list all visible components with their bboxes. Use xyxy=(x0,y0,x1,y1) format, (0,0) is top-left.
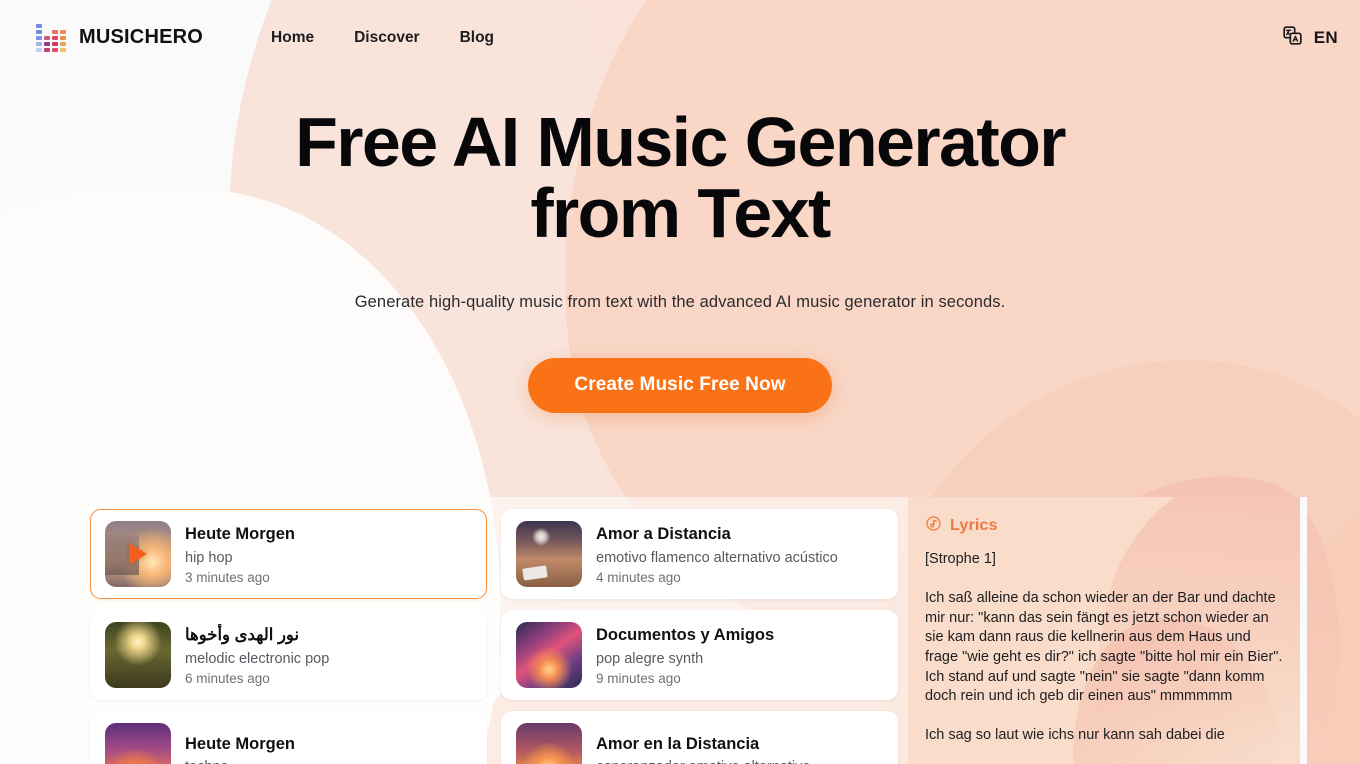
panel-right-edge xyxy=(1300,497,1307,764)
song-genre: techno xyxy=(185,759,295,764)
song-thumbnail[interactable] xyxy=(105,723,171,764)
hero-section: Free AI Music Generator from Text Genera… xyxy=(0,75,1360,413)
song-timestamp: 6 minutes ago xyxy=(185,670,270,686)
song-genre: melodic electronic pop xyxy=(185,650,330,667)
nav-item-home[interactable]: Home xyxy=(271,29,314,47)
song-genre: hip hop xyxy=(185,549,233,566)
song-title: Amor a Distancia xyxy=(596,525,731,544)
song-timestamp: 4 minutes ago xyxy=(596,569,681,585)
page-title: Free AI Music Generator from Text xyxy=(295,103,1066,253)
song-meta: Documentos y Amigos pop alegre synth 9 min… xyxy=(596,624,774,685)
song-title: Amor en la Distancia xyxy=(596,734,760,753)
nav-item-discover[interactable]: Discover xyxy=(354,29,419,47)
song-meta: Amor a Distancia emotivo flamenco alterna… xyxy=(596,523,838,584)
lyrics-header: Lyrics xyxy=(925,515,1285,537)
song-card[interactable]: Amor a Distancia emotivo flamenco alterna… xyxy=(501,509,898,599)
album-art xyxy=(516,521,582,587)
song-card[interactable]: Amor en la Distancia esperanzador emotivo… xyxy=(501,711,898,764)
song-title: Heute Morgen xyxy=(185,734,296,753)
lyrics-panel: Lyrics [Strophe 1] Ich saß alleine da sc… xyxy=(908,497,1307,764)
language-switcher[interactable]: EN xyxy=(1282,25,1338,51)
song-card[interactable]: نور الهدى وأخوها melodic electronic pop 6 … xyxy=(90,610,487,700)
song-thumbnail[interactable] xyxy=(105,521,171,587)
language-label: EN xyxy=(1313,27,1338,47)
equalizer-bars-icon xyxy=(36,23,66,52)
nav-item-blog[interactable]: Blog xyxy=(460,29,494,47)
song-card[interactable]: Documentos y Amigos pop alegre synth 9 min… xyxy=(501,610,898,700)
song-thumbnail[interactable] xyxy=(516,723,582,764)
brand-name: MUSICHERO xyxy=(79,26,204,48)
hero-subtitle: Generate high-quality music from text wi… xyxy=(354,292,1006,311)
cta-container: Create Music Free Now xyxy=(0,357,1360,413)
lyrics-text: [Strophe 1] Ich saß alleine da schon wie… xyxy=(925,551,1283,744)
song-meta: Heute Morgen techno xyxy=(185,733,295,764)
song-meta: نور الهدى وأخوها melodic electronic pop 6 … xyxy=(185,624,329,685)
music-disc-icon xyxy=(925,515,942,537)
album-art xyxy=(516,622,582,688)
album-art xyxy=(105,622,171,688)
main-nav: Home Discover Blog xyxy=(271,29,494,47)
song-genre: esperanzador emotivo alternativo xyxy=(596,759,810,764)
song-title: نور الهدى وأخوها xyxy=(185,626,300,645)
song-meta: Amor en la Distancia esperanzador emotivo… xyxy=(596,733,810,764)
song-thumbnail[interactable] xyxy=(516,521,582,587)
song-genre: emotivo flamenco alternativo acústico xyxy=(596,549,838,566)
song-timestamp: 3 minutes ago xyxy=(185,569,270,585)
play-icon[interactable] xyxy=(105,521,171,587)
album-art xyxy=(516,723,582,764)
site-header: MUSICHERO Home Discover Blog EN xyxy=(0,0,1360,75)
lyrics-title: Lyrics xyxy=(950,517,998,534)
song-thumbnail[interactable] xyxy=(516,622,582,688)
song-title: Heute Morgen xyxy=(185,525,296,544)
create-music-button[interactable]: Create Music Free Now xyxy=(528,357,832,413)
song-title: Documentos y Amigos xyxy=(596,626,775,645)
brand-logo[interactable]: MUSICHERO xyxy=(36,23,204,52)
translate-icon xyxy=(1282,25,1303,51)
song-card[interactable]: Heute Morgen techno xyxy=(90,711,487,764)
song-meta: Heute Morgen hip hop 3 minutes ago xyxy=(185,523,295,584)
song-thumbnail[interactable] xyxy=(105,622,171,688)
album-art xyxy=(105,723,171,764)
song-list[interactable]: Heute Morgen hip hop 3 minutes ago Amor a D… xyxy=(80,497,908,764)
song-genre: pop alegre synth xyxy=(596,650,704,667)
song-timestamp: 9 minutes ago xyxy=(596,670,681,686)
song-card[interactable]: Heute Morgen hip hop 3 minutes ago xyxy=(90,509,487,599)
content-panel: Heute Morgen hip hop 3 minutes ago Amor a D… xyxy=(80,497,1307,764)
